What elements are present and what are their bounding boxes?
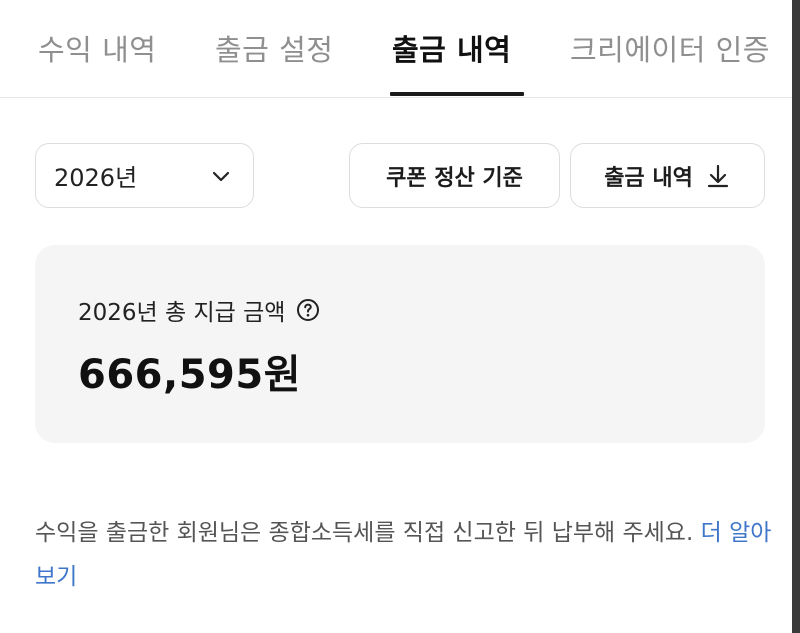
scrollbar[interactable] [792, 0, 800, 633]
download-withdrawal-history-button[interactable]: 출금 내역 [570, 143, 765, 208]
year-select[interactable]: 2026년 [35, 143, 254, 208]
withdrawal-history-page: 수익 내역 출금 설정 출금 내역 크리에이터 인증 2026년 쿠폰 정산 기… [0, 0, 800, 633]
tab-creator-verification[interactable]: 크리에이터 인증 [570, 28, 770, 72]
total-payout-label: 2026년 총 지급 금액 [78, 300, 286, 326]
coupon-settlement-label: 쿠폰 정산 기준 [386, 165, 523, 191]
total-payout-amount: 666,595원 [78, 352, 301, 398]
download-icon [707, 164, 728, 187]
active-tab-indicator [390, 92, 524, 96]
tax-notice-text: 수익을 출금한 회원님은 종합소득세를 직접 신고한 뒤 납부해 주세요. [35, 520, 694, 546]
download-button-label: 출금 내역 [604, 165, 693, 191]
chevron-down-icon [212, 171, 230, 182]
tab-earnings-history[interactable]: 수익 내역 [38, 28, 156, 72]
coupon-settlement-button[interactable]: 쿠폰 정산 기준 [349, 143, 560, 208]
tab-withdrawal-history[interactable]: 출금 내역 [392, 28, 511, 72]
question-circle-icon[interactable] [296, 298, 320, 322]
total-payout-label-row: 2026년 총 지급 금액 [78, 293, 320, 327]
tab-bar: 수익 내역 출금 설정 출금 내역 크리에이터 인증 [0, 0, 792, 98]
year-select-value: 2026년 [54, 164, 138, 192]
total-payout-card: 2026년 총 지급 금액 666,595원 [35, 245, 765, 443]
tax-notice: 수익을 출금한 회원님은 종합소득세를 직접 신고한 뒤 납부해 주세요. 더 … [35, 511, 775, 599]
tab-withdrawal-settings[interactable]: 출금 설정 [215, 28, 333, 72]
